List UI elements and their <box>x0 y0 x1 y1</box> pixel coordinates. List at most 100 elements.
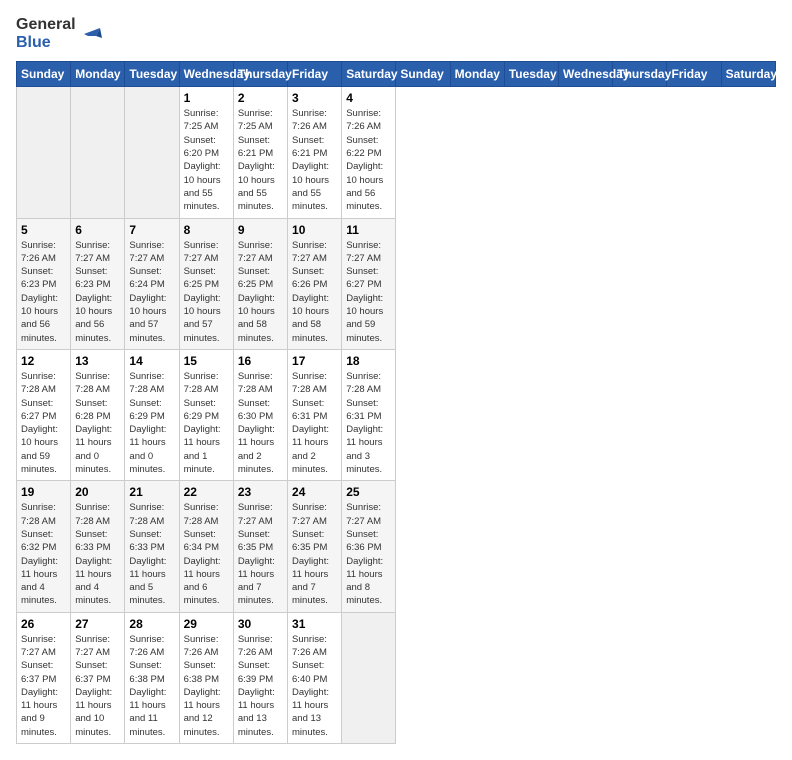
day-number: 29 <box>184 617 229 631</box>
calendar-cell <box>17 87 71 218</box>
day-number: 13 <box>75 354 120 368</box>
logo: General Blue <box>16 16 104 51</box>
calendar-cell: 1Sunrise: 7:25 AM Sunset: 6:20 PM Daylig… <box>179 87 233 218</box>
calendar-cell: 20 Sunrise: 7:28 AM Sunset: 6:33 PM Dayli… <box>71 481 125 612</box>
cell-content: Sunrise: 7:27 AM Sunset: 6:35 PM Dayligh… <box>292 501 337 607</box>
day-number: 16 <box>238 354 283 368</box>
calendar-cell: 10Sunrise: 7:27 AM Sunset: 6:26 PM Dayli… <box>288 218 342 349</box>
day-number: 30 <box>238 617 283 631</box>
cell-content: Sunrise: 7:28 AM Sunset: 6:33 PM Dayligh… <box>129 501 174 607</box>
day-number: 23 <box>238 485 283 499</box>
calendar-cell <box>342 612 396 743</box>
cell-content: Sunrise: 7:26 AM Sunset: 6:39 PM Dayligh… <box>238 633 283 739</box>
logo-general: General <box>16 16 76 34</box>
cell-content: Sunrise: 7:28 AM Sunset: 6:27 PM Dayligh… <box>21 370 66 476</box>
logo-blue: Blue <box>16 34 76 52</box>
cell-content: Sunrise: 7:26 AM Sunset: 6:21 PM Dayligh… <box>292 107 337 213</box>
calendar-cell: 8Sunrise: 7:27 AM Sunset: 6:25 PM Daylig… <box>179 218 233 349</box>
cell-content: Sunrise: 7:27 AM Sunset: 6:25 PM Dayligh… <box>238 239 283 345</box>
week-row-2: 5 Sunrise: 7:26 AM Sunset: 6:23 PM Daylig… <box>17 218 776 349</box>
cell-content: Sunrise: 7:27 AM Sunset: 6:26 PM Dayligh… <box>292 239 337 345</box>
day-number: 5 <box>21 223 66 237</box>
header-saturday: Saturday <box>721 62 775 87</box>
calendar-cell: 28 Sunrise: 7:26 AM Sunset: 6:38 PM Dayli… <box>125 612 179 743</box>
day-number: 24 <box>292 485 337 499</box>
calendar-cell: 27Sunrise: 7:27 AM Sunset: 6:37 PM Dayli… <box>71 612 125 743</box>
cell-content: Sunrise: 7:28 AM Sunset: 6:30 PM Dayligh… <box>238 370 283 476</box>
calendar-table: SundayMondayTuesdayWednesdayThursdayFrid… <box>16 61 776 744</box>
calendar-cell: 19Sunrise: 7:28 AM Sunset: 6:32 PM Dayli… <box>17 481 71 612</box>
calendar-cell: 21 Sunrise: 7:28 AM Sunset: 6:33 PM Dayli… <box>125 481 179 612</box>
cell-content: Sunrise: 7:27 AM Sunset: 6:25 PM Dayligh… <box>184 239 229 345</box>
cell-content: Sunrise: 7:27 AM Sunset: 6:35 PM Dayligh… <box>238 501 283 607</box>
cell-content: Sunrise: 7:26 AM Sunset: 6:38 PM Dayligh… <box>129 633 174 739</box>
header-friday: Friday <box>667 62 721 87</box>
week-row-4: 19Sunrise: 7:28 AM Sunset: 6:32 PM Dayli… <box>17 481 776 612</box>
logo-bird-icon <box>80 22 104 46</box>
calendar-cell: 15 Sunrise: 7:28 AM Sunset: 6:29 PM Dayli… <box>179 349 233 480</box>
page-header: General Blue <box>16 16 776 51</box>
day-number: 20 <box>75 485 120 499</box>
cell-content: Sunrise: 7:27 AM Sunset: 6:27 PM Dayligh… <box>346 239 391 345</box>
header-cell-thursday: Thursday <box>233 62 287 87</box>
cell-content: Sunrise: 7:27 AM Sunset: 6:23 PM Dayligh… <box>75 239 120 345</box>
calendar-cell <box>125 87 179 218</box>
header-cell-saturday: Saturday <box>342 62 396 87</box>
cell-content: Sunrise: 7:26 AM Sunset: 6:22 PM Dayligh… <box>346 107 391 213</box>
calendar-cell: 16 Sunrise: 7:28 AM Sunset: 6:30 PM Dayli… <box>233 349 287 480</box>
calendar-cell: 31 Sunrise: 7:26 AM Sunset: 6:40 PM Dayli… <box>288 612 342 743</box>
day-number: 31 <box>292 617 337 631</box>
calendar-cell: 12 Sunrise: 7:28 AM Sunset: 6:27 PM Dayli… <box>17 349 71 480</box>
cell-content: Sunrise: 7:26 AM Sunset: 6:23 PM Dayligh… <box>21 239 66 345</box>
header-cell-tuesday: Tuesday <box>125 62 179 87</box>
week-row-3: 12 Sunrise: 7:28 AM Sunset: 6:27 PM Dayli… <box>17 349 776 480</box>
header-cell-monday: Monday <box>71 62 125 87</box>
calendar-cell: 4 Sunrise: 7:26 AM Sunset: 6:22 PM Daylig… <box>342 87 396 218</box>
cell-content: Sunrise: 7:28 AM Sunset: 6:29 PM Dayligh… <box>184 370 229 476</box>
header-wednesday: Wednesday <box>559 62 613 87</box>
week-row-5: 26 Sunrise: 7:27 AM Sunset: 6:37 PM Dayli… <box>17 612 776 743</box>
cell-content: Sunrise: 7:28 AM Sunset: 6:31 PM Dayligh… <box>346 370 391 476</box>
header-monday: Monday <box>450 62 504 87</box>
day-number: 2 <box>238 91 283 105</box>
cell-content: Sunrise: 7:28 AM Sunset: 6:28 PM Dayligh… <box>75 370 120 476</box>
day-number: 1 <box>184 91 229 105</box>
cell-content: Sunrise: 7:27 AM Sunset: 6:36 PM Dayligh… <box>346 501 391 607</box>
calendar-cell: 14Sunrise: 7:28 AM Sunset: 6:29 PM Dayli… <box>125 349 179 480</box>
day-number: 25 <box>346 485 391 499</box>
day-number: 6 <box>75 223 120 237</box>
cell-content: Sunrise: 7:27 AM Sunset: 6:37 PM Dayligh… <box>21 633 66 739</box>
day-number: 28 <box>129 617 174 631</box>
day-number: 21 <box>129 485 174 499</box>
header-tuesday: Tuesday <box>504 62 558 87</box>
day-number: 17 <box>292 354 337 368</box>
logo-group: General Blue <box>16 16 104 51</box>
cell-content: Sunrise: 7:28 AM Sunset: 6:33 PM Dayligh… <box>75 501 120 607</box>
calendar-cell: 30 Sunrise: 7:26 AM Sunset: 6:39 PM Dayli… <box>233 612 287 743</box>
calendar-cell: 6 Sunrise: 7:27 AM Sunset: 6:23 PM Daylig… <box>71 218 125 349</box>
day-number: 12 <box>21 354 66 368</box>
day-number: 14 <box>129 354 174 368</box>
calendar-cell: 26 Sunrise: 7:27 AM Sunset: 6:37 PM Dayli… <box>17 612 71 743</box>
day-number: 22 <box>184 485 229 499</box>
calendar-cell: 17Sunrise: 7:28 AM Sunset: 6:31 PM Dayli… <box>288 349 342 480</box>
calendar-cell: 11 Sunrise: 7:27 AM Sunset: 6:27 PM Dayli… <box>342 218 396 349</box>
day-number: 7 <box>129 223 174 237</box>
calendar-cell: 9 Sunrise: 7:27 AM Sunset: 6:25 PM Daylig… <box>233 218 287 349</box>
header-cell-wednesday: Wednesday <box>179 62 233 87</box>
day-number: 26 <box>21 617 66 631</box>
day-number: 9 <box>238 223 283 237</box>
cell-content: Sunrise: 7:28 AM Sunset: 6:32 PM Dayligh… <box>21 501 66 607</box>
calendar-cell: 3 Sunrise: 7:26 AM Sunset: 6:21 PM Daylig… <box>288 87 342 218</box>
day-number: 27 <box>75 617 120 631</box>
calendar-cell: 24 Sunrise: 7:27 AM Sunset: 6:35 PM Dayli… <box>288 481 342 612</box>
day-number: 15 <box>184 354 229 368</box>
day-number: 3 <box>292 91 337 105</box>
calendar-cell <box>71 87 125 218</box>
day-number: 11 <box>346 223 391 237</box>
cell-content: Sunrise: 7:26 AM Sunset: 6:40 PM Dayligh… <box>292 633 337 739</box>
header-thursday: Thursday <box>613 62 667 87</box>
calendar-cell: 7Sunrise: 7:27 AM Sunset: 6:24 PM Daylig… <box>125 218 179 349</box>
cell-content: Sunrise: 7:26 AM Sunset: 6:38 PM Dayligh… <box>184 633 229 739</box>
day-number: 4 <box>346 91 391 105</box>
